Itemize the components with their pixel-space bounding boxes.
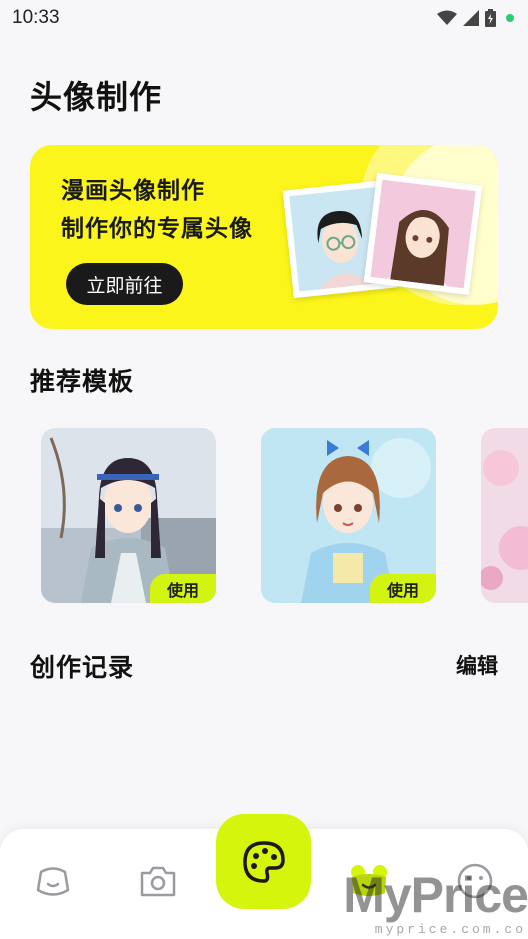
face-icon: [36, 867, 70, 896]
watermark-url: myprice.com.co: [374, 922, 526, 937]
go-now-button[interactable]: 立即前往: [66, 263, 183, 305]
templates-section-title: 推荐模板: [30, 367, 135, 396]
notification-dot: [506, 14, 514, 22]
watermark: MyPrice: [343, 867, 528, 923]
template-card[interactable]: [481, 428, 528, 603]
edit-records-button[interactable]: 编辑: [456, 650, 498, 680]
camera-icon: [140, 866, 176, 897]
status-time: 10:33: [12, 7, 60, 28]
template-card[interactable]: 使用: [261, 428, 436, 603]
banner-headline: 漫画头像制作: [61, 178, 205, 204]
banner-avatar-photo: [363, 172, 483, 296]
status-icons: [437, 9, 514, 27]
nav-face-tab[interactable]: [31, 859, 75, 903]
use-template-button[interactable]: 使用: [150, 574, 216, 603]
promo-banner[interactable]: 漫画头像制作 制作你的专属头像 立即前往: [30, 145, 498, 329]
signal-icon: [463, 10, 479, 26]
battery-icon: [485, 9, 496, 27]
use-template-button[interactable]: 使用: [370, 574, 436, 603]
page-title: 头像制作: [30, 78, 163, 116]
banner-subtitle: 制作你的专属头像: [61, 216, 253, 242]
nav-camera-tab[interactable]: [136, 859, 180, 903]
nav-create-button[interactable]: [216, 814, 311, 909]
records-section-title: 创作记录: [30, 653, 135, 682]
wifi-icon: [437, 10, 457, 25]
status-bar: 10:33: [0, 0, 528, 36]
template-card[interactable]: 使用: [41, 428, 216, 603]
palette-icon: [242, 840, 285, 883]
